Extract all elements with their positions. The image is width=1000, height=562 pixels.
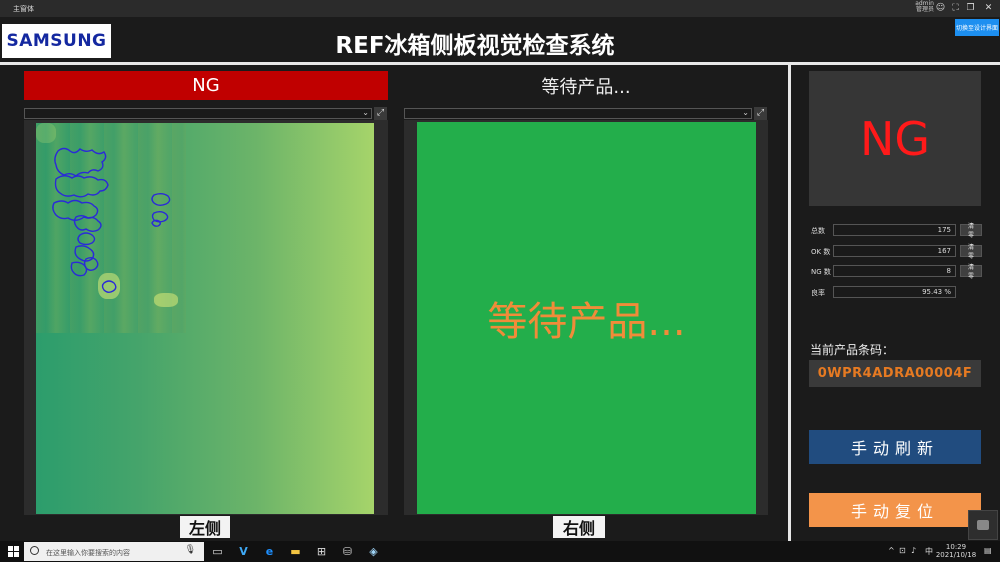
app-v-icon[interactable]: V — [236, 544, 251, 559]
user-icon[interactable]: ☺ — [935, 3, 946, 14]
task-view-icon[interactable]: ▭ — [210, 544, 225, 559]
switch-design-button[interactable]: 切换至设计界面 — [955, 19, 999, 36]
left-camera-image — [36, 123, 374, 514]
right-camera-image: 等待产品... — [417, 122, 756, 514]
app-blue-icon[interactable]: ◈ — [366, 544, 381, 559]
user-info: admin 管理员 — [904, 1, 934, 13]
defect-contour — [74, 245, 95, 262]
samsung-logo: SAMSUNG — [2, 24, 111, 58]
barcode-value: 0WPR4ADRA00004F — [809, 360, 981, 387]
restore-icon[interactable]: ❐ — [965, 3, 976, 14]
microphone-icon[interactable]: 🎙 — [185, 545, 196, 555]
window-title: 主窗体 — [13, 5, 34, 13]
windows-start-icon[interactable] — [8, 546, 19, 557]
logo-text: SAMSUNG — [6, 31, 107, 51]
stat-ok-value: 167 — [833, 245, 956, 257]
user-role: 管理员 — [915, 6, 934, 13]
defect-contour — [73, 215, 102, 232]
tray-chevron-up-icon[interactable]: ^ — [888, 546, 895, 555]
floating-widget-icon[interactable] — [968, 510, 998, 540]
defect-contour — [54, 175, 109, 198]
stat-ok-label: OK 数 — [811, 248, 831, 256]
stat-total-value: 175 — [833, 224, 956, 236]
fullscreen-icon[interactable]: ⛶ — [950, 3, 961, 14]
result-text: NG — [859, 111, 931, 166]
search-placeholder: 在这里输入你要搜索的内容 — [46, 549, 130, 557]
clear-total-button[interactable]: 清零 — [960, 224, 982, 239]
stat-ng-value: 8 — [833, 265, 956, 277]
edge-icon[interactable]: e — [262, 544, 277, 559]
taskbar-search-box[interactable]: 在这里输入你要搜索的内容 🎙 — [24, 542, 204, 561]
panel-divider — [788, 62, 791, 542]
manual-refresh-button[interactable]: 手动刷新 — [809, 430, 981, 464]
chevron-down-icon: ⌄ — [362, 108, 369, 117]
tray-volume-icon[interactable]: ♪ — [911, 546, 916, 555]
clock-time: 10:29 — [945, 543, 967, 551]
result-display: NG — [809, 71, 981, 206]
right-expand-icon[interactable]: ⤢ — [754, 107, 767, 120]
taskbar-clock[interactable]: 10:29 2021/10/18 — [935, 543, 977, 559]
stat-yield-value: 95.43 % — [833, 286, 956, 298]
search-icon — [30, 546, 39, 555]
header-divider — [0, 62, 1000, 65]
defect-contour — [101, 280, 117, 293]
tray-ime[interactable]: 中 — [925, 546, 933, 557]
clock-date: 2021/10/18 — [935, 551, 977, 559]
notification-icon[interactable]: ▤ — [984, 546, 992, 555]
barcode-label: 当前产品条码： — [810, 343, 895, 357]
store-icon[interactable]: ⊞ — [314, 544, 329, 559]
stat-ng-label: NG 数 — [811, 268, 831, 276]
window-titlebar: 主窗体 admin 管理员 ☺ ⛶ ❐ ✕ — [0, 0, 1000, 17]
right-side-label: 右侧 — [553, 516, 605, 538]
defect-contours — [52, 147, 171, 293]
tray-network-icon[interactable]: ⊡ — [899, 546, 906, 555]
left-status-banner: NG — [24, 71, 388, 100]
manual-reset-button[interactable]: 手动复位 — [809, 493, 981, 527]
close-icon[interactable]: ✕ — [983, 3, 994, 14]
page-title: REF冰箱侧板视觉检查系统 — [335, 33, 615, 59]
left-camera-select[interactable]: ⌄ — [24, 108, 372, 119]
app-network-icon[interactable]: ⛁ — [340, 544, 355, 559]
clear-ng-button[interactable]: 清零 — [960, 265, 982, 280]
defect-contour — [77, 232, 96, 246]
right-camera-select[interactable]: ⌄ — [404, 108, 752, 119]
chevron-down-icon: ⌄ — [742, 108, 749, 117]
left-expand-icon[interactable]: ⤢ — [374, 107, 387, 120]
stat-yield-label: 良率 — [811, 289, 825, 297]
defect-contour — [151, 193, 171, 206]
right-status-banner: 等待产品... — [541, 76, 631, 98]
file-explorer-icon[interactable]: ▬ — [288, 544, 303, 559]
defect-contour — [54, 147, 107, 177]
left-side-label: 左侧 — [180, 516, 230, 538]
stat-total-label: 总数 — [811, 227, 825, 235]
taskbar: 在这里输入你要搜索的内容 🎙 ▭ V e ▬ ⊞ ⛁ ◈ ^ ⊡ ♪ 中 10:… — [0, 541, 1000, 562]
clear-ok-button[interactable]: 清零 — [960, 245, 982, 260]
waiting-overlay-text: 等待产品... — [487, 299, 686, 345]
